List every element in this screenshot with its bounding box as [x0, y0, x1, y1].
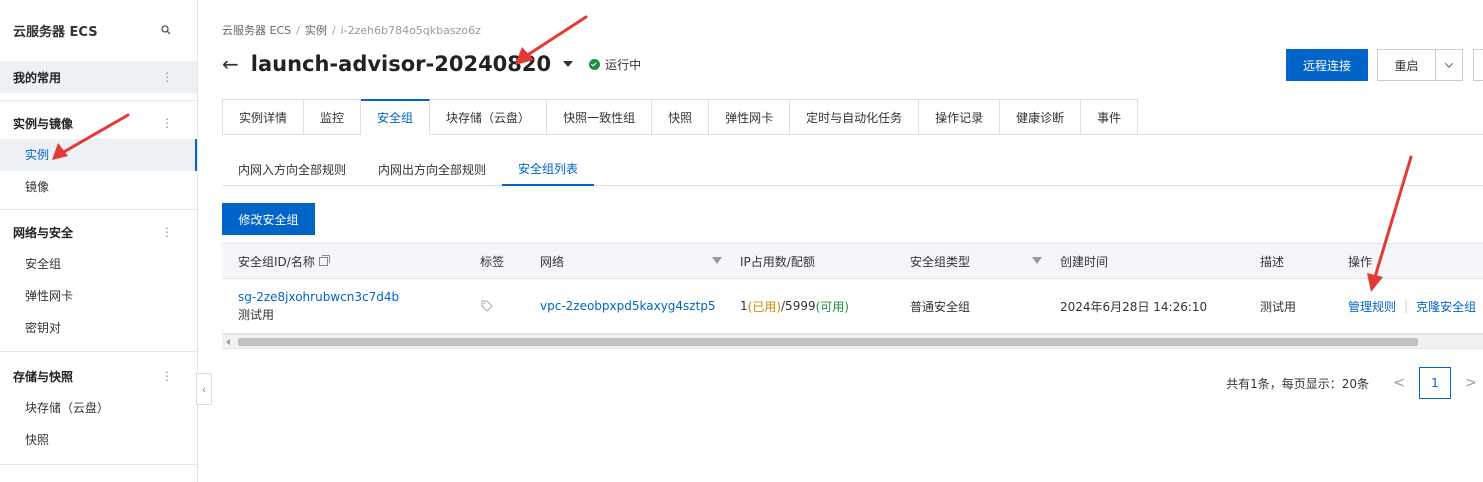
sidebar-group-label: 我的常用	[13, 70, 62, 85]
back-arrow-icon[interactable]: ←	[222, 54, 239, 74]
tab-block-storage[interactable]: 块存储（云盘）	[430, 99, 548, 135]
header-ip-quota: IP占用数/配额	[740, 254, 815, 269]
remote-connect-button[interactable]: 远程连接	[1286, 49, 1368, 81]
breadcrumb-ecs[interactable]: 云服务器 ECS	[222, 24, 291, 37]
tab-snapshot-consistency-groups[interactable]: 快照一致性组	[547, 99, 653, 135]
ip-count: 1	[740, 299, 748, 313]
tab-scheduled-tasks[interactable]: 定时与自动化任务	[790, 99, 920, 135]
table-header: 安全组ID/名称 标签 网络 IP占用数/配额 安全组类型 创建时间 描述 操作	[222, 243, 1483, 279]
table-row: sg-2ze8jxohrubwcn3c7d4b 测试用 vpc-2zeobpxp…	[222, 279, 1483, 334]
copy-icon[interactable]	[318, 254, 330, 266]
subtab-inbound-rules[interactable]: 内网入方向全部规则	[222, 152, 362, 186]
breadcrumb-instances[interactable]: 实例	[305, 24, 327, 37]
vpc-link[interactable]: vpc-2zeobpxpd5kaxyg4sztp5	[540, 279, 716, 333]
sidebar-item-keypairs[interactable]: 密钥对	[0, 312, 197, 344]
sidebar-title: 云服务器 ECS	[13, 24, 98, 40]
restart-button-group: 重启	[1377, 49, 1463, 81]
sg-name: 测试用	[238, 308, 275, 322]
sidebar-item-security-groups[interactable]: 安全组	[0, 248, 197, 280]
security-subtabs: 内网入方向全部规则 内网出方向全部规则 安全组列表	[222, 152, 595, 186]
instance-switch-caret-icon[interactable]	[563, 61, 574, 67]
sg-type-cell: 普通安全组	[910, 299, 971, 314]
tab-instance-details[interactable]: 实例详情	[222, 99, 305, 135]
header-tags: 标签	[480, 254, 505, 269]
restart-button[interactable]: 重启	[1377, 49, 1435, 81]
check-circle-icon	[589, 58, 601, 70]
header-desc: 描述	[1260, 254, 1285, 269]
sidebar-group-storage-snapshots[interactable]: 存储与快照 ⋮	[0, 360, 197, 392]
tab-events[interactable]: 事件	[1081, 99, 1139, 135]
created-time-cell: 2024年6月28日 14:26:10	[1060, 299, 1208, 314]
more-actions-dropdown[interactable]	[1435, 49, 1463, 81]
page-number-button[interactable]: 1	[1419, 367, 1451, 399]
header-created: 创建时间	[1060, 254, 1109, 269]
breadcrumb-instance-id: i-2zeh6b784o5qkbaszo6z	[340, 24, 481, 37]
scrollbar-thumb[interactable]	[238, 338, 1418, 346]
breadcrumb: 云服务器 ECS / 实例 / i-2zeh6b784o5qkbaszo6z	[222, 24, 481, 37]
ip-quota-cell: 1 (已用)/5999 (可用)	[740, 279, 849, 333]
sidebar-group-label: 网络与安全	[13, 225, 74, 240]
tab-eni[interactable]: 弹性网卡	[709, 99, 791, 135]
main-content: 云服务器 ECS / 实例 / i-2zeh6b784o5qkbaszo6z ← lau…	[222, 0, 1483, 482]
scroll-left-arrow-icon[interactable]	[226, 339, 230, 345]
prev-page-button[interactable]: <	[1387, 367, 1411, 399]
instance-tabs: 实例详情 监控 安全组 块存储（云盘） 快照一致性组 快照 弹性网卡 定时与自动…	[222, 99, 1139, 135]
sidebar-group-favorites[interactable]: 我的常用 ⋮	[0, 61, 197, 93]
tab-operation-logs[interactable]: 操作记录	[919, 99, 1001, 135]
sg-id-link[interactable]: sg-2ze8jxohrubwcn3c7d4b	[238, 288, 399, 306]
more-icon[interactable]: ⋮	[161, 225, 173, 239]
search-icon[interactable]	[161, 25, 171, 35]
status-badge: 运行中	[589, 56, 641, 73]
subtab-security-group-list[interactable]: 安全组列表	[502, 152, 595, 186]
sg-id-name-cell: sg-2ze8jxohrubwcn3c7d4b 测试用	[238, 279, 399, 333]
sidebar-collapse-button[interactable]: ‹	[196, 373, 212, 405]
pagination-summary: 共有1条，每页显示：20条	[1226, 376, 1369, 391]
sidebar-item-block-storage[interactable]: 块存储（云盘）	[0, 392, 197, 424]
tab-security-groups[interactable]: 安全组	[361, 99, 431, 135]
header-sg-type: 安全组类型	[910, 254, 971, 269]
header-label: 安全组ID/名称	[238, 254, 315, 269]
clone-security-group-link[interactable]: 克隆安全组	[1416, 298, 1476, 315]
more-icon[interactable]: ⋮	[161, 116, 173, 130]
filter-icon[interactable]	[712, 257, 722, 264]
tag-icon[interactable]	[481, 279, 493, 333]
sidebar-item-eni[interactable]: 弹性网卡	[0, 280, 197, 312]
sidebar-group-label: 存储与快照	[13, 369, 74, 384]
more-icon[interactable]: ⋮	[161, 70, 173, 84]
tab-monitoring[interactable]: 监控	[304, 99, 362, 135]
header-ops: 操作	[1348, 254, 1373, 269]
sidebar: 云服务器 ECS 我的常用 ⋮ 实例与镜像 ⋮ 实例 镜像 网络与安全 ⋮ 安全…	[0, 0, 198, 482]
title-row: ← launch-advisor-20240820 运行中	[222, 52, 641, 76]
used-label: (已用)	[747, 299, 782, 314]
sidebar-group-label: 实例与镜像	[13, 116, 74, 131]
sidebar-group-instances-images[interactable]: 实例与镜像 ⋮	[0, 107, 197, 139]
desc-cell: 测试用	[1260, 299, 1297, 314]
chevron-down-icon	[1444, 59, 1454, 68]
quota: /5999	[781, 299, 816, 313]
available-label: (可用)	[815, 299, 849, 314]
sidebar-item-snapshots[interactable]: 快照	[0, 424, 197, 456]
sidebar-group-network-security[interactable]: 网络与安全 ⋮	[0, 216, 197, 248]
header-id-name: 安全组ID/名称	[238, 244, 330, 278]
tab-health-diagnosis[interactable]: 健康诊断	[1000, 99, 1082, 135]
more-button-partial[interactable]	[1473, 49, 1483, 81]
next-page-button[interactable]: >	[1459, 367, 1483, 399]
horizontal-scrollbar[interactable]	[222, 334, 1483, 349]
header-network: 网络	[540, 254, 565, 269]
more-icon[interactable]: ⋮	[161, 369, 173, 383]
sidebar-item-images[interactable]: 镜像	[0, 171, 197, 203]
tab-snapshots[interactable]: 快照	[652, 99, 710, 135]
ops-separator: |	[1404, 299, 1409, 313]
modify-security-group-button[interactable]: 修改安全组	[222, 203, 315, 235]
subtab-outbound-rules[interactable]: 内网出方向全部规则	[362, 152, 502, 186]
ops-cell: 管理规则 | 克隆安全组	[1348, 279, 1476, 333]
filter-icon[interactable]	[1032, 257, 1042, 264]
manage-rules-link[interactable]: 管理规则	[1348, 298, 1396, 315]
sidebar-header: 云服务器 ECS	[0, 0, 197, 60]
status-text: 运行中	[605, 57, 642, 72]
pagination: 共有1条，每页显示：20条 < 1 >	[1226, 367, 1483, 399]
security-group-table: 安全组ID/名称 标签 网络 IP占用数/配额 安全组类型 创建时间 描述 操作…	[222, 243, 1483, 334]
page-title: launch-advisor-20240820	[250, 52, 552, 76]
sidebar-item-instances[interactable]: 实例	[0, 139, 197, 171]
